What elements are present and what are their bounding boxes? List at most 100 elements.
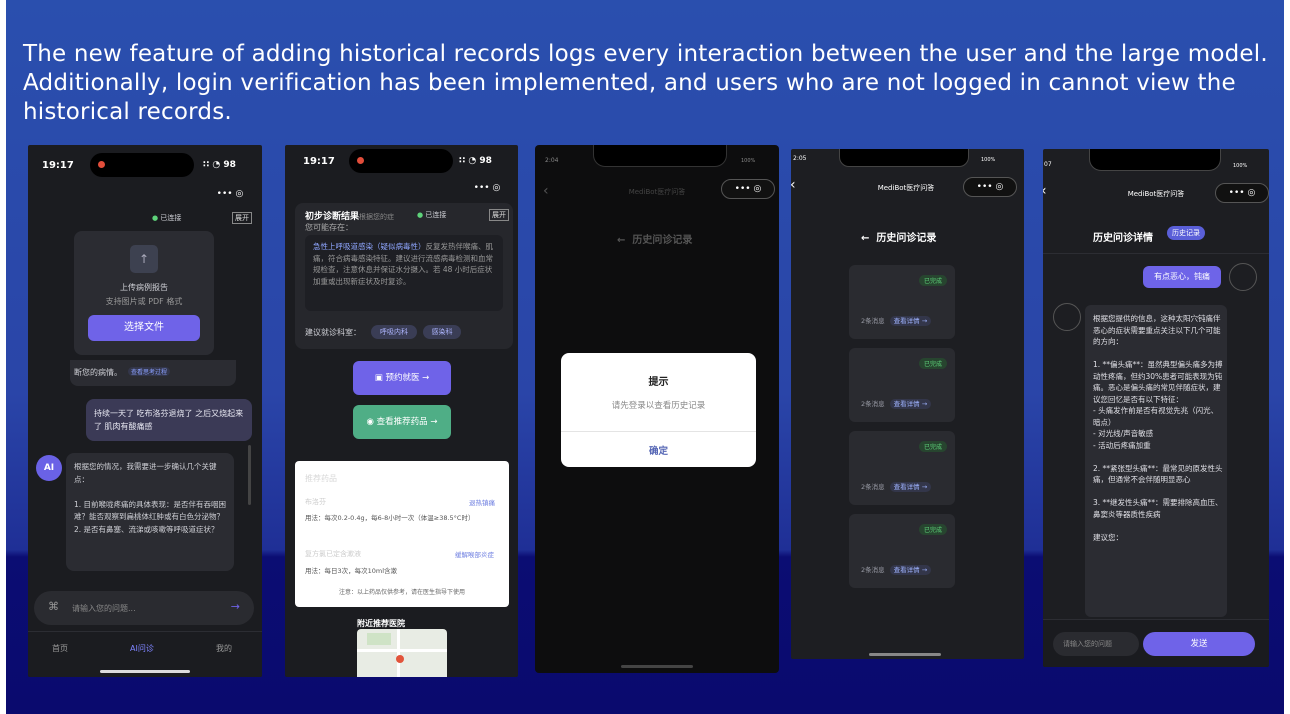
phone-ai-chat: 19:17 ∷ ◔ 98 ••• ◎ ● 已连接 展开 ↑ 上传病例报告 支持图…	[28, 145, 262, 677]
upload-icon[interactable]: ↑	[130, 245, 158, 273]
drug1-name: 布洛芬	[305, 498, 326, 506]
page-title: ← 历史问诊记录	[617, 235, 693, 246]
user-message-bubble: 持续一天了 吃布洛芬退烧了 之后又烧起来了 肌肉有酸痛感	[86, 399, 252, 441]
chat-input-bar[interactable]: ⌘ 请输入您的问题... →	[34, 591, 254, 625]
upload-card: ↑ 上传病例报告 支持图片或 PDF 格式 选择文件	[74, 231, 214, 355]
menu-capsule[interactable]: ••• ◎	[1215, 183, 1269, 203]
ai-avatar	[1053, 303, 1081, 331]
view-details-link[interactable]: 查看详情 →	[889, 565, 932, 575]
left-border	[0, 0, 6, 714]
drug-card: 推荐药品 布洛芬 退热镇痛 用法：每次0.2-0.4g，每6-8小时一次（体温≥…	[295, 461, 509, 607]
user-message-bubble: 有点恶心，钝痛	[1143, 266, 1221, 288]
bottom-nav: 首页 AI问诊 我的	[28, 631, 262, 677]
input-bar: 请输入您的问题 发送	[1043, 619, 1269, 667]
nav-ai-consult[interactable]: AI问诊	[130, 642, 154, 655]
record-message-count: 2条消息	[861, 483, 885, 491]
drug1-usage: 用法：每次0.2-0.4g，每6-8小时一次（体温≥38.5°C时）	[305, 514, 475, 522]
record-status: 已完成	[918, 358, 947, 369]
status-time: 07	[1044, 161, 1052, 168]
back-arrow-icon[interactable]: ←	[617, 235, 632, 246]
dialog-title: 提示	[648, 377, 669, 388]
home-indicator	[100, 670, 190, 673]
dept-tag-infection[interactable]: 感染科	[423, 325, 461, 339]
chat-input-placeholder: 请输入您的问题...	[72, 604, 136, 613]
book-appointment-button[interactable]: ▣ 预约就医 →	[353, 361, 451, 395]
nav-home[interactable]: 首页	[52, 642, 68, 655]
drug-note: 注意：以上药品仅供参考，请在医生指导下使用	[338, 589, 465, 596]
record-message-count: 2条消息	[861, 566, 885, 574]
expand-button[interactable]: 展开	[232, 212, 252, 224]
back-arrow-icon[interactable]: ←	[861, 233, 876, 244]
record-status: 已完成	[918, 441, 947, 452]
status-time: 2:04	[545, 157, 559, 164]
login-dialog: 提示 请先登录以查看历史记录 确定	[561, 353, 756, 467]
upload-subtitle: 支持图片或 PDF 格式	[105, 297, 183, 306]
chat-input[interactable]: 请输入您的问题	[1053, 632, 1139, 656]
status-icons: ∷ ◔ 98	[459, 156, 492, 166]
ai-message-bubble: 根据您的情况，我需要进一步确认几个关键点： 1. 目前喉咙疼痛的具体表现：是否伴…	[66, 453, 234, 571]
view-drugs-button[interactable]: ◉ 查看推荐药品 →	[353, 405, 451, 439]
notch	[1089, 149, 1221, 171]
battery-status: 100%	[1233, 163, 1248, 169]
send-arrow-icon[interactable]: →	[231, 600, 240, 613]
notch	[839, 149, 969, 167]
chat-scrollbar[interactable]	[248, 445, 251, 505]
battery-status: 100%	[741, 158, 756, 164]
may-exist-label: 您可能存在：	[305, 223, 353, 232]
home-indicator	[621, 665, 693, 668]
battery-status: 100%	[981, 157, 996, 163]
slide-caption: The new feature of adding historical rec…	[23, 41, 1268, 125]
status-time: 2:05	[793, 155, 807, 162]
drug2-usage: 用法：每日3次，每次10ml含漱	[305, 567, 398, 575]
phone-history-detail: 07 100% ‹ MediBot医疗问答 ••• ◎ 历史问诊详情 历史记录 …	[1043, 149, 1269, 667]
page-title: 历史问诊详情	[1093, 233, 1153, 244]
view-details-link[interactable]: 查看详情 →	[889, 399, 932, 409]
drug-card-title: 推荐药品	[305, 474, 337, 483]
drug2-name: 复方氯已定含漱液	[305, 550, 361, 558]
map-pin-icon	[396, 655, 404, 663]
home-indicator	[869, 653, 941, 656]
pill-icon: ◉	[366, 417, 377, 427]
history-record-card[interactable]: 已完成 2条消息 查看详情 →	[849, 265, 955, 339]
menu-capsule[interactable]: ••• ◎	[721, 179, 775, 199]
record-message-count: 2条消息	[861, 317, 885, 325]
record-message-count: 2条消息	[861, 400, 885, 408]
upload-title: 上传病例报告	[120, 283, 168, 292]
connected-status: ● 已连接	[417, 211, 447, 219]
send-button[interactable]: 发送	[1143, 632, 1255, 656]
menu-capsule[interactable]: ••• ◎	[463, 179, 511, 197]
attach-icon[interactable]: ⌘	[48, 600, 59, 613]
department-label: 建议就诊科室：	[305, 328, 361, 337]
notch	[593, 145, 727, 167]
page-title: ← 历史问诊记录	[861, 233, 937, 244]
history-record-card[interactable]: 已完成 2条消息 查看详情 →	[849, 431, 955, 505]
select-file-button[interactable]: 选择文件	[88, 315, 200, 341]
diagnosis-box: 急性上呼吸道感染（疑似病毒性）反复发热伴喉痛、肌痛，符合病毒感染特征。建议进行流…	[305, 235, 503, 311]
menu-capsule[interactable]: ••• ◎	[206, 185, 254, 203]
ai-avatar: AI	[36, 455, 62, 481]
ai-message-bubble: 根据您提供的信息，这种太阳穴钝痛伴恶心的症状需要重点关注以下几个可能的方向： 1…	[1085, 305, 1227, 617]
status-icons: ∷ ◔ 98	[203, 160, 236, 170]
hospital-map[interactable]	[357, 629, 447, 677]
status-time: 19:17	[303, 156, 335, 167]
hospital-icon: ▣	[374, 373, 386, 383]
history-record-card[interactable]: 已完成 2条消息 查看详情 →	[849, 514, 955, 588]
view-details-link[interactable]: 查看详情 →	[889, 316, 932, 326]
menu-capsule[interactable]: ••• ◎	[963, 177, 1017, 197]
connected-status: ● 已连接	[152, 214, 182, 222]
view-thinking-link[interactable]: 查看思考过程	[128, 367, 171, 376]
previous-message: 断您的病情。 查看思考过程	[70, 360, 236, 386]
record-status: 已完成	[918, 524, 947, 535]
expand-button[interactable]: 展开	[489, 209, 509, 221]
history-record-card[interactable]: 已完成 2条消息 查看详情 →	[849, 348, 955, 422]
view-details-link[interactable]: 查看详情 →	[889, 482, 932, 492]
right-border	[1284, 0, 1290, 714]
nav-mine[interactable]: 我的	[216, 642, 232, 655]
record-status: 已完成	[918, 275, 947, 286]
phone-diagnosis: 19:17 ∷ ◔ 98 ••• ◎ 初步诊断结果根据您的症 ● 已连接 展开 …	[285, 145, 518, 677]
diagnosis-card: 初步诊断结果根据您的症 ● 已连接 展开 您可能存在： 急性上呼吸道感染（疑似病…	[295, 203, 513, 349]
dept-tag-respiratory[interactable]: 呼吸内科	[371, 325, 417, 339]
dialog-confirm-button[interactable]: 确定	[561, 443, 756, 457]
diagnosis-heading: 急性上呼吸道感染（疑似病毒性）	[313, 242, 426, 251]
drug2-tag: 缓解喉部炎症	[455, 551, 494, 559]
